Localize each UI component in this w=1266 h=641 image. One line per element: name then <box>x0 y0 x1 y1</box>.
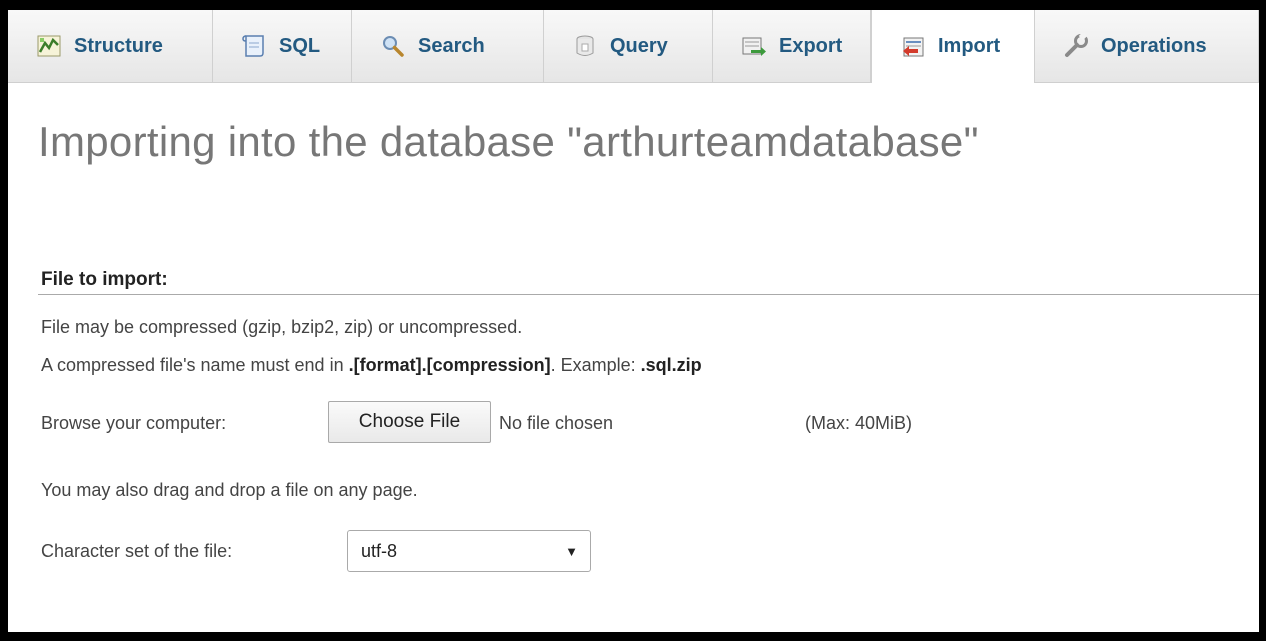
filename-note-example: .sql.zip <box>640 355 702 375</box>
compression-note: File may be compressed (gzip, bzip2, zip… <box>41 317 523 337</box>
tab-label: Structure <box>74 34 163 57</box>
dropdown-arrow-icon: ▼ <box>565 544 578 559</box>
browse-label: Browse your computer: <box>41 413 227 433</box>
section-header: File to import: <box>41 269 168 290</box>
no-file-chosen-text: No file chosen <box>499 413 614 433</box>
tab-query[interactable]: Query <box>544 10 713 82</box>
choose-file-button[interactable]: Choose File <box>328 401 491 443</box>
filename-note: A compressed file's name must end in .[f… <box>41 355 702 376</box>
tab-export[interactable]: Export <box>713 10 871 82</box>
search-icon <box>380 33 406 59</box>
tab-label: Export <box>779 34 843 57</box>
tab-label: Query <box>610 34 668 57</box>
filename-note-prefix: A compressed file's name must end in <box>41 355 349 375</box>
query-icon <box>572 33 598 59</box>
operations-icon <box>1063 31 1089 59</box>
drag-drop-note: You may also drag and drop a file on any… <box>41 480 418 500</box>
tab-search[interactable]: Search <box>352 10 544 82</box>
charset-select[interactable]: utf-8 ▼ <box>347 530 591 572</box>
tab-label: Search <box>418 34 485 57</box>
page-title: Importing into the database "arthurteamd… <box>38 118 979 165</box>
tab-import[interactable]: Import <box>871 10 1035 83</box>
charset-label: Character set of the file: <box>41 541 233 561</box>
import-icon <box>900 34 926 60</box>
tab-label: SQL <box>279 34 321 57</box>
filename-note-format: .[format].[compression] <box>348 355 551 375</box>
sql-icon <box>241 33 267 59</box>
structure-icon <box>36 33 62 59</box>
tab-bar: Structure SQL Search Query Export Import… <box>8 10 1259 83</box>
tab-label: Operations <box>1101 34 1207 57</box>
tab-label: Import <box>938 35 1001 57</box>
tab-structure[interactable]: Structure <box>8 10 213 82</box>
tab-operations[interactable]: Operations <box>1035 10 1259 82</box>
tab-sql[interactable]: SQL <box>213 10 352 82</box>
filename-note-middle: . Example: <box>550 355 641 375</box>
export-icon <box>741 33 767 59</box>
section-divider <box>38 294 1259 295</box>
page-content: Structure SQL Search Query Export Import… <box>8 10 1259 632</box>
charset-value: utf-8 <box>361 540 398 561</box>
max-size-text: (Max: 40MiB) <box>805 413 913 433</box>
